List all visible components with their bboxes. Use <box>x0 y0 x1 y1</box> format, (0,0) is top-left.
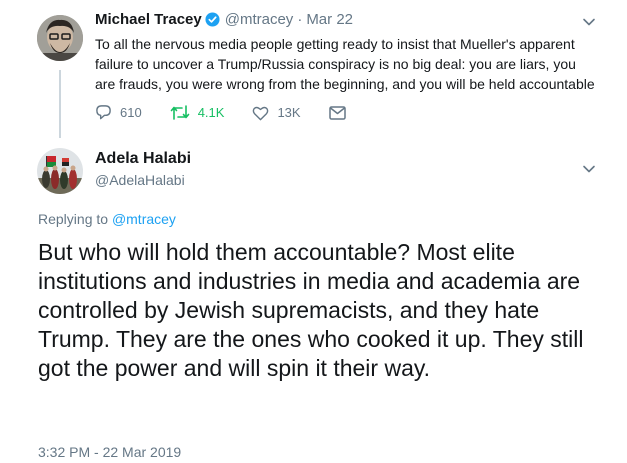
replying-to-line: Replying to @mtracey <box>38 211 176 227</box>
replying-to-label: Replying to <box>38 211 109 227</box>
reply-tweet-text: But who will hold them accountable? Most… <box>38 239 584 381</box>
header-separator: · <box>297 11 303 28</box>
reply-icon <box>96 105 111 120</box>
parent-tweet-actions: 610 4.1K 13K <box>95 104 382 121</box>
retweet-button[interactable]: 4.1K <box>170 104 225 121</box>
like-button[interactable]: 13K <box>252 105 301 121</box>
reply-author-name[interactable]: Adela Halabi <box>95 150 191 168</box>
retweet-icon <box>170 105 190 120</box>
parent-tweet-header: Michael Tracey @mtracey · Mar 22 <box>95 11 353 28</box>
like-count: 13K <box>277 105 301 120</box>
parent-author-name[interactable]: Michael Tracey <box>95 11 202 28</box>
replying-to-link[interactable]: @mtracey <box>112 211 176 227</box>
parent-tweet-text: To all the nervous media people getting … <box>95 36 595 92</box>
reply-author-handle[interactable]: @AdelaHalabi <box>95 172 185 188</box>
parent-tweet-date[interactable]: Mar 22 <box>306 11 353 28</box>
reply-button[interactable]: 610 <box>95 104 142 121</box>
retweet-count: 4.1K <box>197 105 225 120</box>
parent-author-handle[interactable]: @mtracey <box>225 11 294 28</box>
reply-count: 610 <box>120 105 142 120</box>
avatar-adela-halabi[interactable] <box>37 148 83 194</box>
thread-connector-line <box>59 70 61 138</box>
chevron-down-icon[interactable] <box>582 15 596 29</box>
like-icon <box>253 106 269 120</box>
reply-timestamp[interactable]: 3:32 PM - 22 Mar 2019 <box>38 444 181 460</box>
message-icon <box>328 105 346 120</box>
verified-badge-icon <box>205 12 220 27</box>
chevron-down-icon[interactable] <box>582 162 596 176</box>
direct-message-button[interactable] <box>328 105 354 120</box>
avatar-michael-tracey[interactable] <box>37 15 83 61</box>
